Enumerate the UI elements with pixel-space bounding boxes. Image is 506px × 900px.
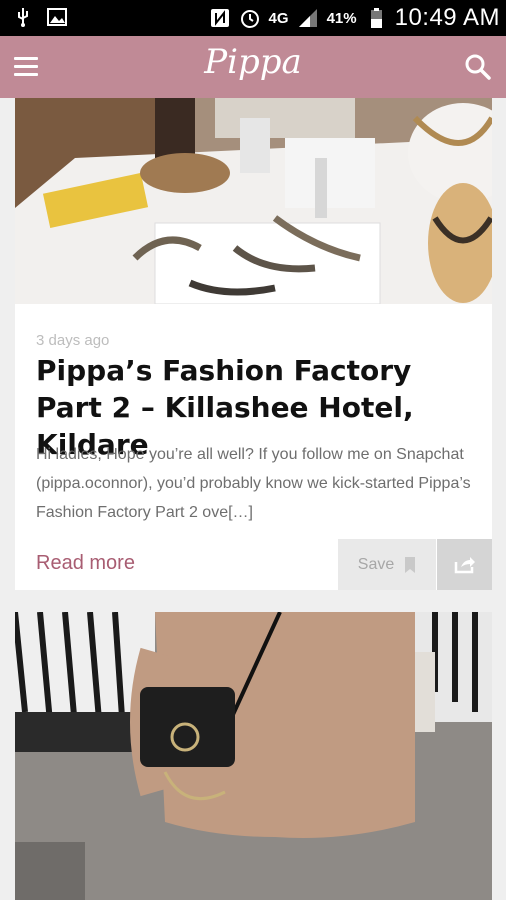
post-feed[interactable]: 3 days ago Pippa’s Fashion Factory Part … <box>0 98 506 900</box>
image-icon <box>47 8 67 26</box>
post-card[interactable]: 3 days ago Pippa’s Fashion Factory Part … <box>15 98 492 590</box>
share-icon <box>454 556 475 573</box>
share-button[interactable] <box>437 539 492 590</box>
read-more-link[interactable]: Read more <box>36 552 135 575</box>
post-time: 3 days ago <box>36 332 110 349</box>
post-image[interactable] <box>15 98 492 304</box>
battery-percent: 41% <box>326 9 357 27</box>
post-card[interactable] <box>12 611 492 900</box>
post-image[interactable] <box>12 611 492 900</box>
signal-icon <box>298 9 317 27</box>
clock: 10:49 AM <box>394 4 500 31</box>
save-label: Save <box>357 555 395 573</box>
save-button[interactable]: Save <box>338 539 436 590</box>
brand-logo: Pippa <box>204 42 302 82</box>
status-bar: 4G 41% 10:49 AM <box>0 0 506 36</box>
post-excerpt: Hi ladies, Hope you’re all well? If you … <box>36 446 471 521</box>
bookmark-icon <box>405 556 416 573</box>
usb-icon <box>18 8 28 27</box>
nfc-icon <box>210 9 229 27</box>
battery-icon <box>370 8 382 28</box>
app-bar: Pippa <box>0 36 506 98</box>
search-icon[interactable] <box>464 53 492 81</box>
network-type: 4G <box>268 9 289 27</box>
alarm-icon <box>240 10 259 28</box>
